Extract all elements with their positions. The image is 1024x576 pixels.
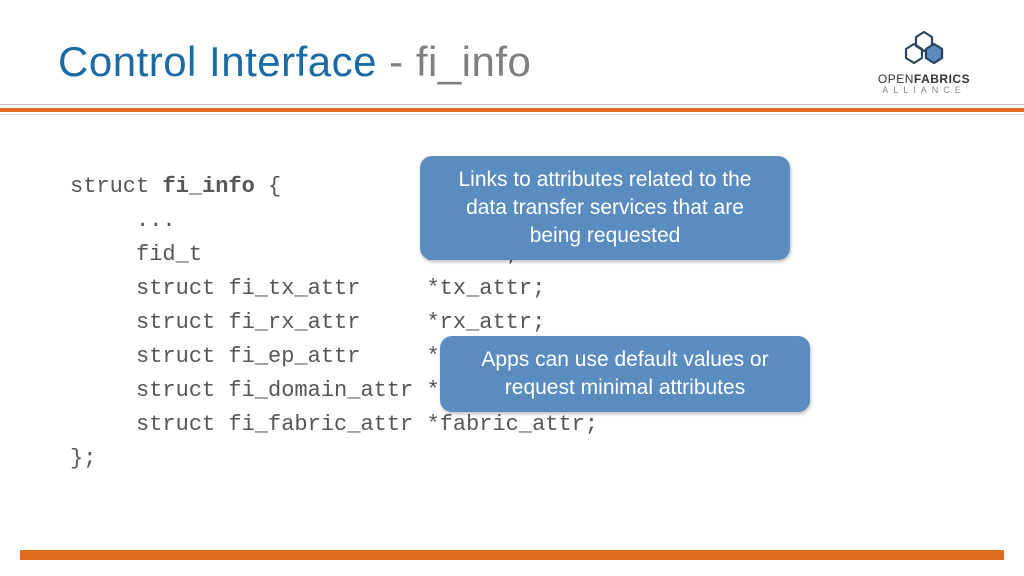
footer-bar — [20, 550, 1004, 560]
slide: Control Interface - fi_info OPENFABRICS … — [0, 0, 1024, 576]
callout-attributes: Links to attributes related to the data … — [420, 156, 790, 260]
callout-defaults: Apps can use default values or request m… — [440, 336, 810, 412]
header-divider — [0, 104, 1024, 114]
slide-title: Control Interface - fi_info — [58, 38, 531, 86]
code-line: struct fi_rx_attr *rx_attr; — [70, 310, 545, 335]
title-main: Control Interface — [58, 38, 377, 85]
openfabrics-logo: OPENFABRICS ALLIANCE — [864, 30, 984, 95]
logo-text-line1: OPENFABRICS — [864, 72, 984, 86]
title-sub: fi_info — [416, 38, 532, 85]
code-line: }; — [70, 446, 96, 471]
title-separator: - — [377, 38, 416, 85]
hex-cluster-icon — [896, 30, 952, 70]
logo-text-line2: ALLIANCE — [864, 85, 984, 95]
code-line: struct fi_fabric_attr *fabric_attr; — [70, 412, 598, 437]
code-line: ... — [70, 208, 176, 233]
code-line: struct fi_tx_attr *tx_attr; — [70, 276, 545, 301]
